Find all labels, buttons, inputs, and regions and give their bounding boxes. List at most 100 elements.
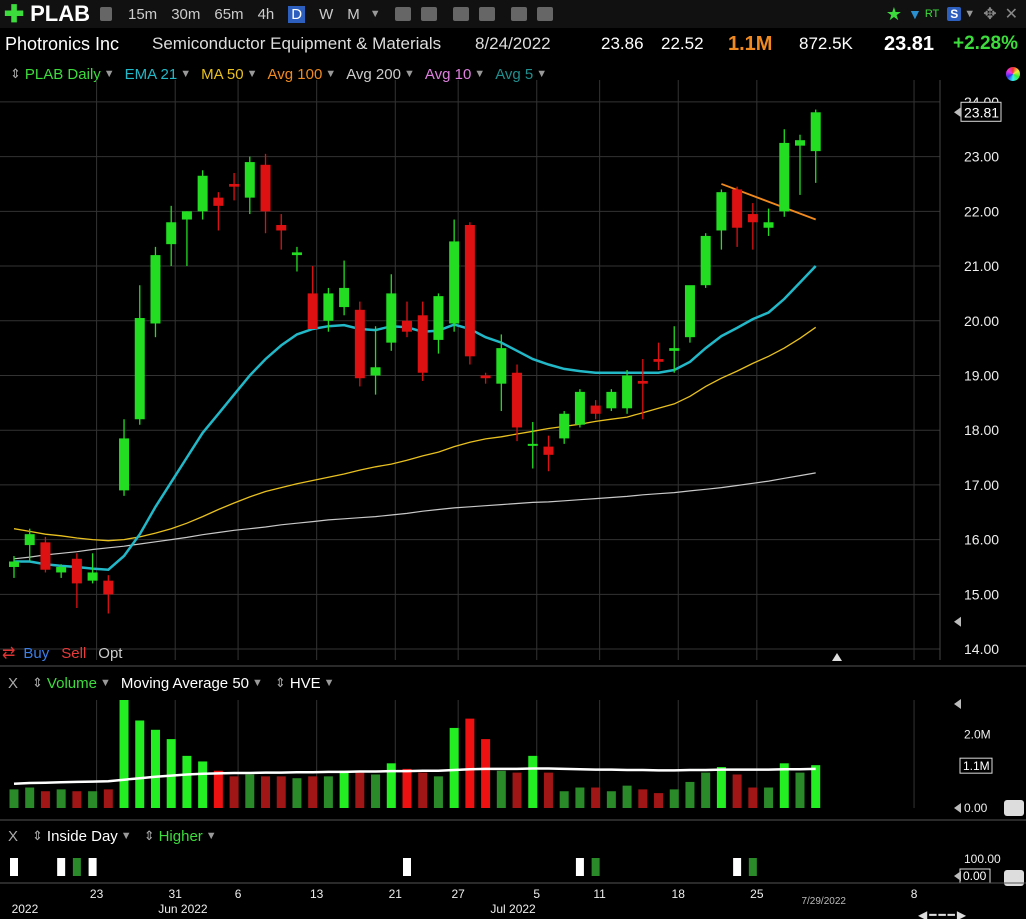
date-tick-label: 18 bbox=[672, 887, 686, 901]
volume-bar bbox=[386, 763, 396, 808]
inside-day-sort-icon[interactable]: ⇕ bbox=[32, 828, 43, 844]
higher-sort-icon[interactable]: ⇕ bbox=[144, 828, 155, 844]
volume-ma-line bbox=[13, 767, 816, 786]
timeframe-monthly[interactable]: M bbox=[347, 6, 360, 23]
chart-type-icon[interactable] bbox=[394, 7, 411, 21]
last-price-box bbox=[960, 101, 1002, 122]
options-button[interactable]: Opt bbox=[98, 645, 122, 662]
study-ma50-dropdown-icon[interactable]: ▼ bbox=[247, 68, 258, 80]
volume-ma-dropdown-icon[interactable]: ▼ bbox=[252, 677, 263, 689]
studies-sort-icon[interactable]: ⇕ bbox=[10, 66, 21, 82]
symbol-label[interactable]: PLAB bbox=[30, 1, 90, 27]
date-tick-label: 23 bbox=[90, 887, 104, 901]
study-ma50[interactable]: MA 50 bbox=[201, 66, 244, 83]
quote-bar: Photronics Inc Semiconductor Equipment &… bbox=[0, 30, 1026, 58]
candle-body bbox=[496, 348, 507, 384]
price-tick-label: 15.00 bbox=[964, 586, 999, 602]
volume-study[interactable]: Volume bbox=[47, 675, 97, 692]
price-tick-label: 23.00 bbox=[964, 149, 999, 165]
alert-icon[interactable]: ▼ bbox=[908, 6, 922, 22]
trade-icon[interactable]: ⇄ bbox=[2, 643, 15, 663]
volume-bar bbox=[276, 776, 286, 808]
inside-day-bar bbox=[733, 858, 742, 876]
quote-low: 22.52 bbox=[661, 34, 704, 53]
settings-dropdown-icon[interactable]: ▼ bbox=[964, 8, 975, 20]
volume-dropdown-icon[interactable]: ▼ bbox=[100, 677, 111, 689]
realtime-label[interactable]: RT bbox=[925, 8, 939, 20]
inside-day-dropdown-icon[interactable]: ▼ bbox=[121, 830, 132, 842]
timeframe-15m[interactable]: 15m bbox=[128, 6, 157, 23]
indicator-pointer-icon bbox=[954, 871, 961, 881]
add-symbol-icon[interactable]: ✚ bbox=[4, 0, 24, 29]
notes-icon[interactable] bbox=[510, 7, 527, 21]
timeframe-30m[interactable]: 30m bbox=[171, 6, 200, 23]
study-price[interactable]: PLAB Daily bbox=[25, 66, 101, 83]
bar-chart-icon[interactable] bbox=[420, 7, 437, 21]
quote-avg-volume: 872.5K bbox=[799, 34, 853, 53]
volume-bar bbox=[528, 755, 538, 808]
study-avg200[interactable]: Avg 200 bbox=[346, 66, 401, 83]
candle-body bbox=[56, 566, 67, 573]
close-volume-pane-icon[interactable]: X bbox=[8, 675, 18, 692]
share-icon[interactable] bbox=[536, 7, 553, 21]
volume-ma-study[interactable]: Moving Average 50 bbox=[121, 675, 249, 692]
close-indicator-pane-icon[interactable]: X bbox=[8, 828, 18, 845]
volume-last-box bbox=[959, 757, 993, 774]
hve-dropdown-icon[interactable]: ▼ bbox=[324, 677, 335, 689]
study-avg5-dropdown-icon[interactable]: ▼ bbox=[536, 68, 547, 80]
inside-day-study[interactable]: Inside Day bbox=[47, 828, 118, 845]
study-avg10-dropdown-icon[interactable]: ▼ bbox=[474, 68, 485, 80]
settings-s-icon[interactable]: S bbox=[947, 7, 962, 21]
indicator-last-box bbox=[959, 868, 991, 884]
study-avg5[interactable]: Avg 5 bbox=[495, 66, 533, 83]
volume-sort-icon[interactable]: ⇕ bbox=[32, 675, 43, 691]
close-icon[interactable]: ✕ bbox=[1005, 4, 1018, 24]
symbol-link-icon[interactable] bbox=[100, 7, 112, 21]
hve-study[interactable]: HVE bbox=[290, 675, 321, 692]
study-avg100[interactable]: Avg 100 bbox=[268, 66, 323, 83]
higher-dropdown-icon[interactable]: ▼ bbox=[206, 830, 217, 842]
timeframe-dropdown-icon[interactable]: ▼ bbox=[370, 8, 381, 20]
draw-pencil-icon[interactable] bbox=[478, 7, 495, 21]
inside-day-bar bbox=[57, 858, 66, 876]
price-tick-label: 21.00 bbox=[964, 258, 999, 274]
volume-bars: 2.0M 0.00 1.1M bbox=[9, 699, 1024, 816]
candle-body bbox=[417, 315, 428, 373]
favorite-star-icon[interactable]: ★ bbox=[886, 4, 902, 25]
inside-day-bar bbox=[591, 858, 600, 876]
study-ema21[interactable]: EMA 21 bbox=[125, 66, 178, 83]
sell-button[interactable]: Sell bbox=[61, 645, 86, 662]
price-chart[interactable]: 14.00 15.00 16.00 17.00 18.00 19.00 20.00 21.00… bbox=[0, 0, 1026, 919]
timeframe-65m[interactable]: 65m bbox=[214, 6, 243, 23]
color-wheel-icon[interactable] bbox=[1006, 67, 1020, 81]
volume-bar bbox=[371, 774, 381, 808]
study-avg10[interactable]: Avg 10 bbox=[425, 66, 471, 83]
calculator-icon[interactable] bbox=[452, 7, 469, 21]
candle-body bbox=[402, 320, 412, 332]
candle-body bbox=[433, 296, 444, 340]
volume-bar bbox=[56, 789, 66, 808]
study-price-dropdown-icon[interactable]: ▼ bbox=[104, 68, 115, 80]
volume-bar bbox=[496, 770, 506, 808]
timeframe-4h[interactable]: 4h bbox=[258, 6, 275, 23]
company-name: Photronics Inc bbox=[5, 33, 120, 54]
quote-date: 8/24/2022 bbox=[475, 34, 551, 53]
indicator-tick-label: 100.00 bbox=[964, 852, 1001, 866]
timeframe-weekly[interactable]: W bbox=[319, 6, 333, 23]
study-ema21-dropdown-icon[interactable]: ▼ bbox=[180, 68, 191, 80]
move-icon[interactable]: ✥ bbox=[983, 4, 996, 24]
volume-bar bbox=[779, 763, 789, 808]
volume-bar bbox=[512, 772, 522, 808]
study-avg100-dropdown-icon[interactable]: ▼ bbox=[325, 68, 336, 80]
candle-body bbox=[229, 183, 240, 187]
inside-day-bar bbox=[403, 858, 411, 876]
candle-body bbox=[40, 542, 51, 570]
hve-sort-icon[interactable]: ⇕ bbox=[275, 675, 286, 691]
higher-study[interactable]: Higher bbox=[159, 828, 203, 845]
inside-day-bar bbox=[88, 858, 97, 876]
volume-bar bbox=[182, 755, 192, 808]
price-axis: 14.00 15.00 16.00 17.00 18.00 19.00 20.00 21.00… bbox=[832, 94, 1002, 661]
study-avg200-dropdown-icon[interactable]: ▼ bbox=[404, 68, 415, 80]
timeframe-daily[interactable]: D bbox=[288, 5, 306, 23]
buy-button[interactable]: Buy bbox=[23, 645, 49, 662]
